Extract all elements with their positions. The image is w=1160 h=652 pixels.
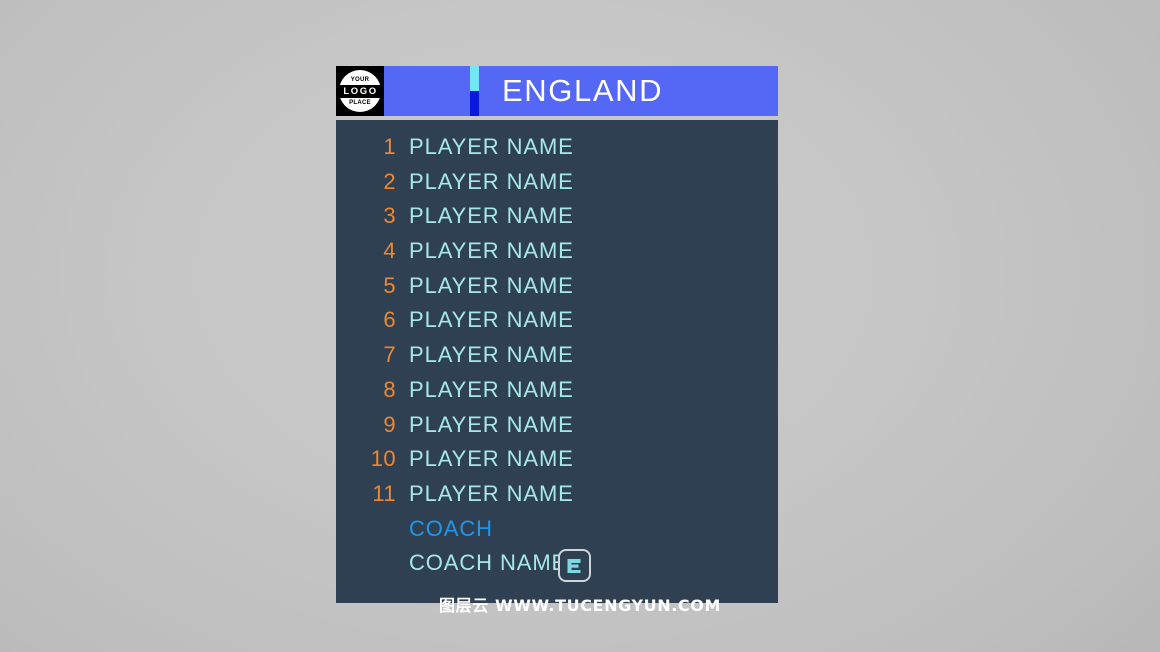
- player-name: PLAYER NAME: [409, 272, 574, 298]
- roster-row: 11 PLAYER NAME: [336, 481, 778, 516]
- player-number: 1: [383, 134, 396, 159]
- roster-row: 4 PLAYER NAME: [336, 238, 778, 273]
- roster-row: 9 PLAYER NAME: [336, 412, 778, 447]
- player-name: PLAYER NAME: [409, 203, 574, 229]
- player-name: PLAYER NAME: [409, 238, 574, 264]
- roster-panel: 1 PLAYER NAME 2 PLAYER NAME 3 PLAYER NAME 4 PLA…: [336, 120, 778, 603]
- watermark-text: 图层云 WWW.TUCENGYUN.COM: [439, 596, 721, 615]
- player-name: PLAYER NAME: [409, 168, 574, 194]
- screenshot-canvas: YOUR LOGO PLACE ENGLAND 1 PLAYER NAME 2 PLA…: [0, 0, 1160, 652]
- player-name: PLAYER NAME: [409, 376, 574, 402]
- logo-circle: YOUR LOGO PLACE: [339, 70, 381, 112]
- text-tool-badge[interactable]: [558, 549, 591, 582]
- player-name: PLAYER NAME: [409, 342, 574, 368]
- roster-row: 3 PLAYER NAME: [336, 203, 778, 238]
- player-number: 4: [383, 238, 396, 264]
- player-name: PLAYER NAME: [409, 307, 574, 333]
- player-name: PLAYER NAME: [409, 446, 574, 472]
- player-number: 3: [383, 203, 396, 229]
- player-name: PLAYER NAME: [409, 134, 574, 159]
- player-number: 10: [370, 446, 396, 472]
- player-number: 7: [383, 342, 396, 368]
- player-number: 8: [383, 376, 396, 402]
- accent-stripe-top: [470, 66, 479, 91]
- player-name: PLAYER NAME: [409, 411, 574, 437]
- logo-mid-text: LOGO: [339, 84, 381, 98]
- roster-row: 5 PLAYER NAME: [336, 273, 778, 308]
- player-number: 11: [372, 480, 396, 506]
- team-lineup-graphic: YOUR LOGO PLACE ENGLAND 1 PLAYER NAME 2 PLA…: [336, 66, 778, 603]
- roster-row: 2 PLAYER NAME: [336, 169, 778, 204]
- text-tool-icon: [567, 558, 580, 573]
- player-number: 5: [383, 272, 396, 298]
- player-number: 6: [383, 307, 396, 333]
- coach-name-row: COACH NAME: [336, 550, 778, 585]
- player-number: 9: [383, 411, 396, 437]
- roster-row: 8 PLAYER NAME: [336, 377, 778, 412]
- accent-stripe: [470, 66, 479, 116]
- player-number: 2: [383, 168, 396, 194]
- logo-top-text: YOUR: [350, 76, 370, 83]
- roster-row: 6 PLAYER NAME: [336, 307, 778, 342]
- coach-name: COACH NAME: [409, 550, 568, 576]
- team-name-title: ENGLAND: [502, 73, 664, 108]
- accent-stripe-bottom: [470, 91, 479, 116]
- roster-row: 7 PLAYER NAME: [336, 342, 778, 377]
- coach-label-row: COACH: [336, 516, 778, 551]
- roster-list: 1 PLAYER NAME 2 PLAYER NAME 3 PLAYER NAME 4 PLA…: [336, 134, 778, 516]
- logo-placeholder[interactable]: YOUR LOGO PLACE: [336, 66, 384, 116]
- logo-bottom-text: PLACE: [349, 99, 371, 106]
- player-name: PLAYER NAME: [409, 480, 574, 506]
- lineup-header-bar: YOUR LOGO PLACE ENGLAND: [336, 66, 778, 116]
- roster-row: 10 PLAYER NAME: [336, 446, 778, 481]
- header-blue-band: ENGLAND: [384, 66, 778, 116]
- coach-label: COACH: [409, 515, 493, 541]
- roster-row: 1 PLAYER NAME: [336, 134, 778, 169]
